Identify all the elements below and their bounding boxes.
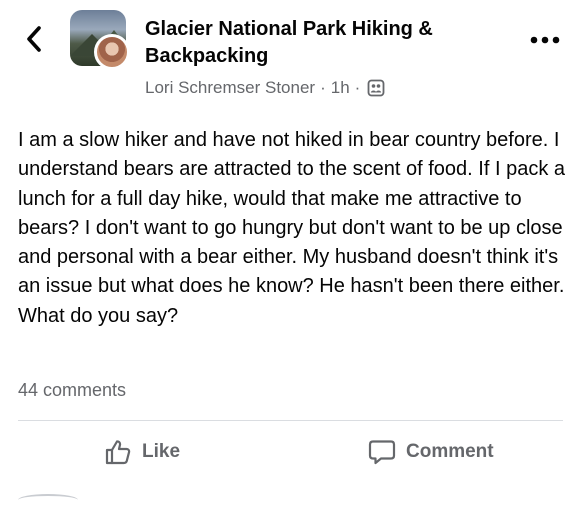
comment-button[interactable]: Comment <box>368 434 494 470</box>
group-name[interactable]: Glacier National Park Hiking & Backpacki… <box>145 16 485 70</box>
divider <box>18 420 563 421</box>
next-item-peek <box>18 494 78 506</box>
user-avatar[interactable] <box>94 34 130 70</box>
like-button[interactable]: Like <box>104 434 180 470</box>
post-meta: Lori Schremser Stoner · 1h · <box>145 78 385 98</box>
chevron-left-icon <box>27 26 41 52</box>
back-button[interactable] <box>22 22 46 56</box>
speech-bubble-icon <box>368 440 396 465</box>
post-body-text: I am a slow hiker and have not hiked in … <box>18 129 566 327</box>
author-name[interactable]: Lori Schremser Stoner <box>145 78 315 98</box>
meta-separator: · <box>320 78 326 97</box>
thumbs-up-icon <box>105 440 131 465</box>
post-header: Glacier National Park Hiking & Backpacki… <box>0 0 581 110</box>
more-options-button[interactable] <box>528 30 562 50</box>
meta-separator: · <box>354 78 361 97</box>
more-horizontal-icon <box>530 36 560 44</box>
group-audience-icon <box>367 79 385 97</box>
comment-label: Comment <box>406 441 494 462</box>
like-label: Like <box>142 441 181 462</box>
comments-count-link[interactable]: 44 comments <box>18 380 126 401</box>
post-time[interactable]: 1h <box>331 78 350 98</box>
